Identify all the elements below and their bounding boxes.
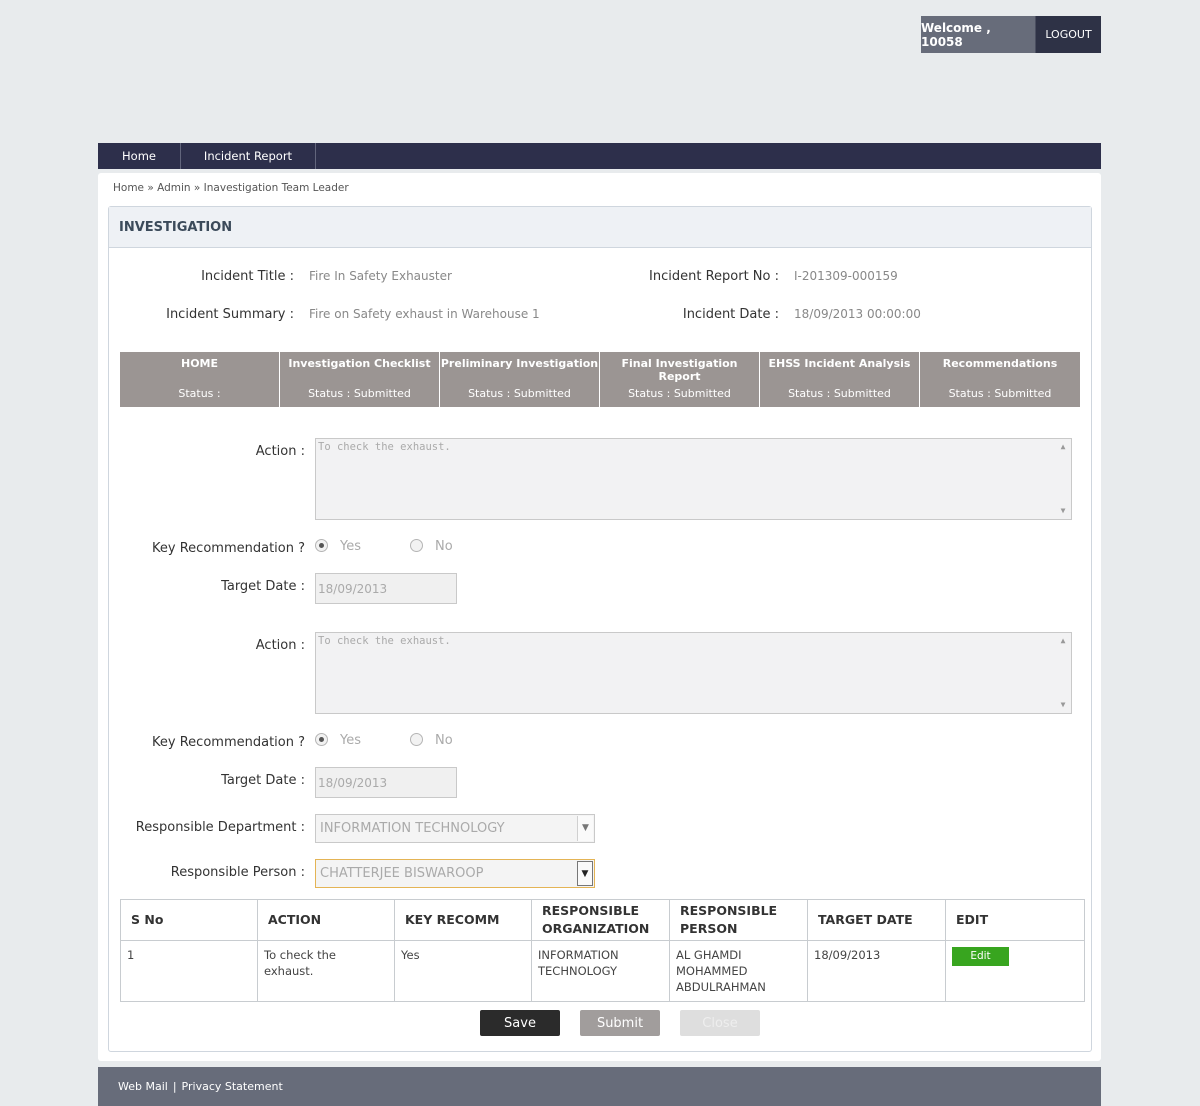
- textarea-scrollbar[interactable]: ▲ ▼: [1056, 440, 1070, 518]
- key-no-label: No: [435, 733, 453, 748]
- tab-recommendations[interactable]: Recommendations Status : Submitted: [920, 352, 1080, 407]
- tab-status: Status : Submitted: [308, 387, 411, 400]
- webmail-link[interactable]: Web Mail: [118, 1080, 168, 1093]
- cell-organization: INFORMATION TECHNOLOGY: [531, 940, 670, 1002]
- cell-person: AL GHAMDI MOHAMMED ABDULRAHMAN: [669, 940, 808, 1002]
- column-header: TARGET DATE: [807, 899, 946, 941]
- nav-home[interactable]: Home: [98, 143, 181, 169]
- table-header-row: S No ACTION KEY RECOMM RESPONSIBLE ORGAN…: [120, 899, 1085, 941]
- incident-report-no-value: I-201309-000159: [794, 269, 898, 283]
- responsible-person-label: Responsible Person :: [170, 865, 305, 880]
- welcome-text: Welcome , 10058: [921, 16, 1035, 53]
- chevron-down-icon: ▼: [577, 861, 593, 886]
- key-no-radio[interactable]: [410, 733, 423, 746]
- target-date-label: Target Date :: [221, 773, 305, 788]
- column-header: ACTION: [257, 899, 395, 941]
- key-yes-radio[interactable]: [315, 733, 328, 746]
- tab-name: Final Investigation Report: [621, 357, 738, 383]
- textarea-scrollbar[interactable]: ▲ ▼: [1056, 634, 1070, 712]
- page-content: Home » Admin » Inavestigation Team Leade…: [98, 173, 1101, 1061]
- scroll-down-icon[interactable]: ▼: [1056, 699, 1070, 711]
- cell-sno: 1: [120, 940, 258, 1002]
- user-bar: Welcome , 10058 LOGOUT: [921, 16, 1101, 53]
- close-button[interactable]: Close: [680, 1010, 760, 1036]
- department-value: INFORMATION TECHNOLOGY: [320, 821, 505, 836]
- responsible-department-select[interactable]: INFORMATION TECHNOLOGY ▼: [315, 814, 595, 843]
- privacy-statement-link[interactable]: Privacy Statement: [182, 1080, 283, 1093]
- tab-home[interactable]: HOME Status :: [120, 352, 280, 407]
- recommendations-table: S No ACTION KEY RECOMM RESPONSIBLE ORGAN…: [120, 899, 1085, 1002]
- chevron-down-icon: ▼: [577, 816, 593, 841]
- cell-action: To check the exhaust.: [257, 940, 395, 1002]
- tab-status: Status : Submitted: [628, 387, 731, 400]
- incident-summary-value: Fire on Safety exhaust in Warehouse 1: [309, 307, 540, 321]
- cell-key-recomm: Yes: [394, 940, 532, 1002]
- tab-investigation-checklist[interactable]: Investigation Checklist Status : Submitt…: [280, 352, 440, 407]
- action-textarea[interactable]: To check the exhaust. ▲ ▼: [315, 632, 1072, 714]
- investigation-panel: INVESTIGATION Incident Title : Fire In S…: [108, 206, 1092, 1052]
- tab-status: Status : Submitted: [788, 387, 891, 400]
- table-row: 1 To check the exhaust. Yes INFORMATION …: [120, 940, 1085, 1002]
- tab-status: Status : Submitted: [468, 387, 571, 400]
- status-tabs: HOME Status : Investigation Checklist St…: [120, 352, 1080, 407]
- key-yes-label: Yes: [340, 539, 361, 554]
- column-header: RESPONSIBLE ORGANIZATION: [531, 899, 670, 941]
- responsible-person-select[interactable]: CHATTERJEE BISWAROOP ▼: [315, 859, 595, 888]
- action-label: Action :: [255, 638, 305, 653]
- column-header: KEY RECOMM: [394, 899, 532, 941]
- person-value: CHATTERJEE BISWAROOP: [320, 866, 484, 881]
- cell-edit: Edit: [945, 940, 1085, 1002]
- column-header: RESPONSIBLE PERSON: [669, 899, 808, 941]
- responsible-department-label: Responsible Department :: [135, 820, 305, 835]
- breadcrumb: Home » Admin » Inavestigation Team Leade…: [113, 182, 349, 194]
- action-textarea[interactable]: To check the exhaust. ▲ ▼: [315, 438, 1072, 520]
- cell-target-date: 18/09/2013: [807, 940, 946, 1002]
- tab-name: Preliminary Investigation: [440, 357, 599, 370]
- key-recommendation-label: Key Recommendation ?: [152, 541, 305, 556]
- tab-name: Recommendations: [942, 357, 1058, 370]
- panel-title: INVESTIGATION: [109, 207, 1091, 248]
- action-text: To check the exhaust.: [318, 441, 451, 453]
- tab-final-investigation-report[interactable]: Final Investigation Report Status : Subm…: [600, 352, 760, 407]
- incident-title-label: Incident Title :: [201, 269, 294, 284]
- column-header: EDIT: [945, 899, 1085, 941]
- action-label: Action :: [255, 444, 305, 459]
- edit-button[interactable]: Edit: [952, 947, 1009, 966]
- tab-name: HOME: [180, 357, 219, 370]
- logout-button[interactable]: LOGOUT: [1035, 16, 1101, 53]
- key-yes-label: Yes: [340, 733, 361, 748]
- tab-ehss-incident-analysis[interactable]: EHSS Incident Analysis Status : Submitte…: [760, 352, 920, 407]
- footer: Web Mail | Privacy Statement: [98, 1067, 1101, 1106]
- key-no-label: No: [435, 539, 453, 554]
- tab-name: EHSS Incident Analysis: [768, 357, 911, 370]
- submit-button[interactable]: Submit: [580, 1010, 660, 1036]
- incident-summary-label: Incident Summary :: [166, 307, 294, 322]
- scroll-up-icon[interactable]: ▲: [1056, 635, 1070, 647]
- footer-separator: |: [172, 1080, 177, 1093]
- tab-status: Status :: [178, 387, 221, 400]
- target-date-label: Target Date :: [221, 579, 305, 594]
- nav-incident-report[interactable]: Incident Report: [181, 143, 316, 169]
- incident-report-no-label: Incident Report No :: [649, 269, 779, 284]
- tab-name: Investigation Checklist: [288, 357, 431, 370]
- incident-date-label: Incident Date :: [682, 307, 779, 322]
- scroll-up-icon[interactable]: ▲: [1056, 441, 1070, 453]
- target-date-input[interactable]: 18/09/2013: [315, 573, 457, 604]
- save-button[interactable]: Save: [480, 1010, 560, 1036]
- key-recommendation-label: Key Recommendation ?: [152, 735, 305, 750]
- tab-preliminary-investigation[interactable]: Preliminary Investigation Status : Submi…: [440, 352, 600, 407]
- scroll-down-icon[interactable]: ▼: [1056, 505, 1070, 517]
- incident-title-value: Fire In Safety Exhauster: [309, 269, 452, 283]
- incident-date-value: 18/09/2013 00:00:00: [794, 307, 921, 321]
- main-nav: Home Incident Report: [98, 143, 1101, 169]
- tab-status: Status : Submitted: [948, 387, 1052, 400]
- column-header: S No: [120, 899, 258, 941]
- key-yes-radio[interactable]: [315, 539, 328, 552]
- target-date-input[interactable]: 18/09/2013: [315, 767, 457, 798]
- key-no-radio[interactable]: [410, 539, 423, 552]
- action-text: To check the exhaust.: [318, 635, 451, 647]
